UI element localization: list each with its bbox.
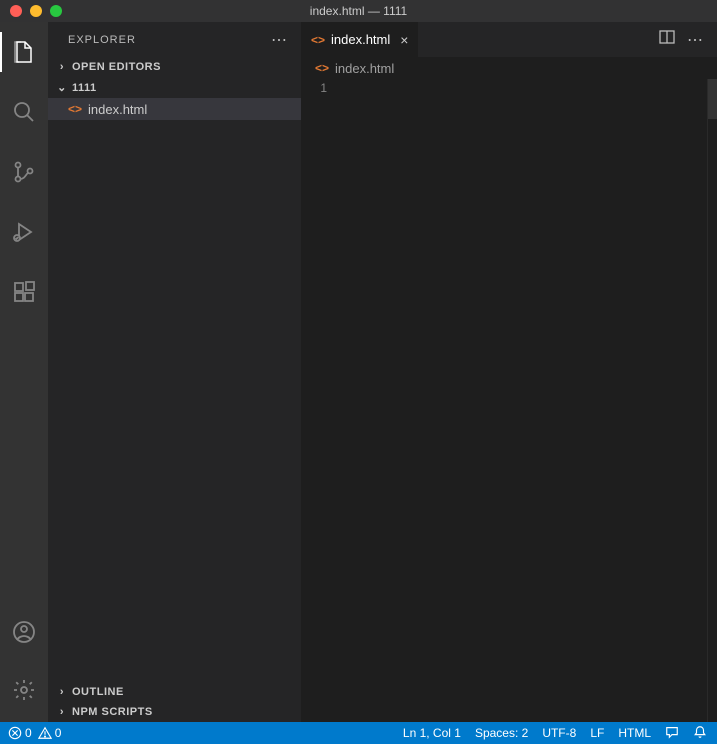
- titlebar: index.html — 1111: [0, 0, 717, 22]
- line-gutter: 1: [301, 79, 339, 722]
- split-editor-icon[interactable]: [659, 29, 675, 50]
- outline-section[interactable]: › OUTLINE: [48, 682, 301, 702]
- explorer-icon[interactable]: [0, 32, 48, 72]
- tab-bar: <> index.html × ⋯: [301, 22, 717, 57]
- chevron-right-icon: ›: [56, 706, 68, 718]
- html-file-icon: <>: [315, 61, 329, 75]
- status-eol[interactable]: LF: [590, 726, 604, 740]
- tab-index-html[interactable]: <> index.html ×: [301, 22, 419, 57]
- explorer-title: EXPLORER: [68, 34, 136, 46]
- settings-icon[interactable]: [0, 670, 48, 710]
- chevron-down-icon: ⌄: [56, 81, 68, 94]
- more-icon[interactable]: ⋯: [687, 30, 705, 50]
- extensions-icon[interactable]: [0, 272, 48, 312]
- maximize-icon[interactable]: [50, 5, 62, 17]
- scroll-thumb[interactable]: [708, 79, 717, 119]
- status-language[interactable]: HTML: [618, 726, 651, 740]
- status-bar: 0 0 Ln 1, Col 1 Spaces: 2 UTF-8 LF HTML: [0, 722, 717, 744]
- npm-scripts-section[interactable]: › NPM SCRIPTS: [48, 702, 301, 722]
- explorer-panel: EXPLORER ⋯ › OPEN EDITORS ⌄ 1111 <> inde…: [48, 22, 301, 722]
- source-control-icon[interactable]: [0, 152, 48, 192]
- scrollbar[interactable]: [707, 79, 717, 722]
- close-icon[interactable]: [10, 5, 22, 17]
- window-title: index.html — 1111: [0, 4, 717, 18]
- html-file-icon: <>: [311, 33, 325, 47]
- status-encoding[interactable]: UTF-8: [542, 726, 576, 740]
- search-icon[interactable]: [0, 92, 48, 132]
- activity-bar: [0, 22, 48, 722]
- close-icon[interactable]: ×: [400, 32, 408, 48]
- folder-section[interactable]: ⌄ 1111: [48, 77, 301, 98]
- status-warnings[interactable]: 0: [38, 726, 62, 740]
- tab-label: index.html: [331, 32, 390, 47]
- status-spaces[interactable]: Spaces: 2: [475, 726, 528, 740]
- window-controls: [10, 5, 62, 17]
- feedback-icon[interactable]: [665, 725, 679, 742]
- bell-icon[interactable]: [693, 725, 707, 742]
- html-file-icon: <>: [68, 102, 82, 116]
- status-errors[interactable]: 0: [8, 726, 32, 740]
- breadcrumb[interactable]: <> index.html: [301, 57, 717, 79]
- debug-icon[interactable]: [0, 212, 48, 252]
- file-item[interactable]: <> index.html: [48, 98, 301, 120]
- file-name: index.html: [88, 102, 147, 117]
- open-editors-section[interactable]: › OPEN EDITORS: [48, 57, 301, 77]
- accounts-icon[interactable]: [0, 612, 48, 652]
- minimize-icon[interactable]: [30, 5, 42, 17]
- more-icon[interactable]: ⋯: [271, 30, 289, 50]
- status-lncol[interactable]: Ln 1, Col 1: [403, 726, 461, 740]
- chevron-right-icon: ›: [56, 686, 68, 698]
- editor-area: <> index.html × ⋯ <> index.html 1: [301, 22, 717, 722]
- chevron-right-icon: ›: [56, 61, 68, 73]
- code-area[interactable]: [339, 79, 707, 722]
